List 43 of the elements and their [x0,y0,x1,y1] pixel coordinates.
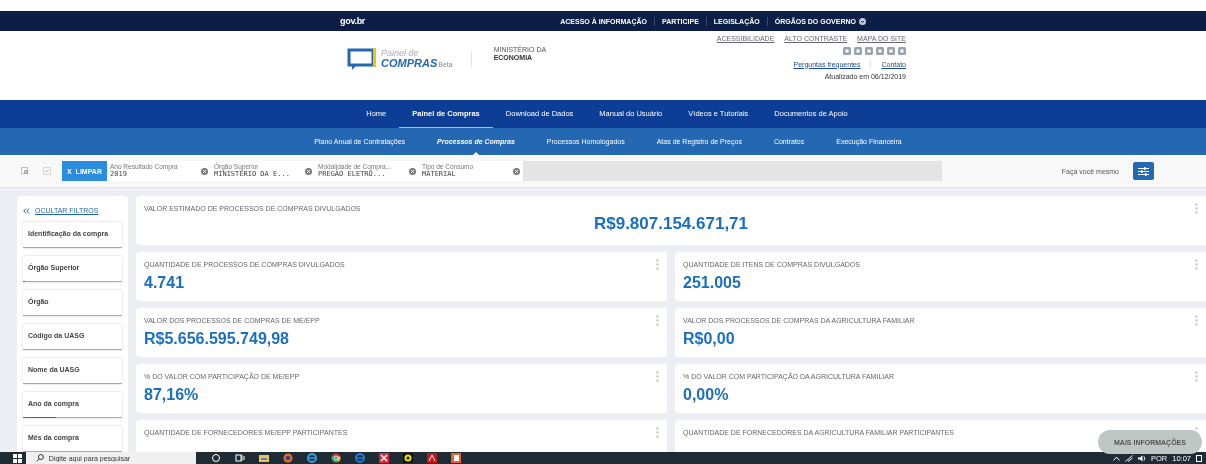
more-options-icon [656,259,659,270]
task-view-icon [235,453,245,463]
kpi-value: 0,00% [683,386,730,404]
clear-icon [201,167,208,175]
clear-icon [513,167,520,175]
brand-subtitle: Painel de [381,49,420,58]
more-options-icon [656,315,659,326]
kpi-value: R$5.656.595.749,98 [144,330,290,348]
folder-icon [259,453,269,463]
notification-icon [1196,454,1202,462]
search-icon [36,454,44,462]
kpi-value: 4.741 [144,274,186,292]
more-options-icon [656,371,659,382]
windows-icon [12,453,22,463]
gov-logo[interactable]: gov.br [340,16,366,26]
clear-icon [409,167,416,175]
circle-app-icon [403,453,413,463]
more-options-icon [656,427,659,438]
sliders-icon [1138,166,1149,176]
letter-e-browser-icon [355,453,365,463]
kpi-value: R$0,00 [683,330,736,348]
forward-icon [43,167,51,175]
self-service-button[interactable] [1133,162,1154,180]
clear-icon [305,167,312,175]
kpi-value: 87,16% [144,386,200,404]
brand-title: COMPRAS [381,58,438,69]
monitor-logo-icon [347,47,377,71]
double-chevron-left-icon [23,207,30,214]
more-options-icon [1195,315,1198,326]
letter-e-browser-icon [307,453,317,463]
chevron-up-icon [1112,455,1120,461]
cortana-circle-icon [211,453,221,463]
speaker-icon [1137,454,1146,462]
kpi-value: R$9.807.154.671,71 [592,214,750,234]
browser-icon [331,453,341,463]
network-icon [1124,454,1133,462]
more-options-icon [1195,203,1198,214]
search-select-icon [21,167,29,175]
more-options-icon [1195,259,1198,270]
chevron-down-icon [859,17,866,25]
browser-icon [283,453,293,463]
more-options-icon [1195,371,1198,382]
kpi-value: 251.005 [683,274,742,292]
